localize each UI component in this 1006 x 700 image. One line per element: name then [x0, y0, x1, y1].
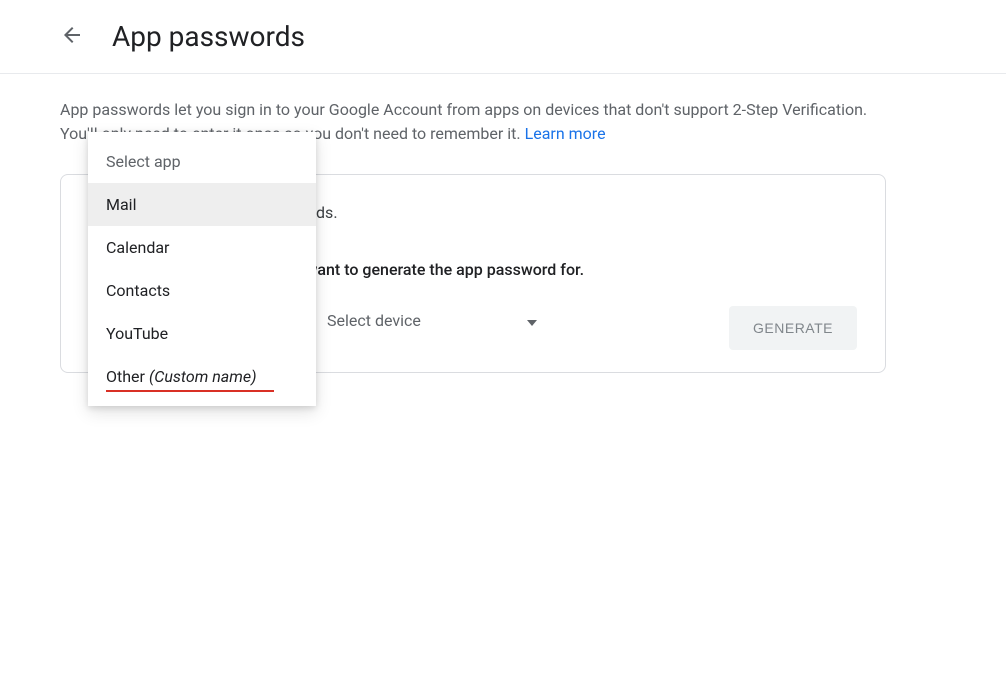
back-arrow-icon[interactable] — [60, 23, 84, 51]
page-header: App passwords — [0, 0, 1006, 74]
select-app-dropdown-menu: Select app Mail Calendar Contacts YouTub… — [88, 132, 316, 406]
page-title: App passwords — [112, 20, 305, 53]
generate-button[interactable]: GENERATE — [729, 306, 857, 350]
dropdown-option-calendar[interactable]: Calendar — [88, 226, 316, 269]
dropdown-option-other-custom: (Custom name) — [149, 367, 257, 386]
dropdown-option-contacts[interactable]: Contacts — [88, 269, 316, 312]
dropdown-option-other-prefix: Other — [106, 367, 149, 386]
dropdown-option-mail[interactable]: Mail — [88, 183, 316, 226]
dropdown-option-youtube[interactable]: YouTube — [88, 312, 316, 355]
annotation-underline — [106, 390, 274, 392]
select-device-label: Select device — [327, 311, 421, 330]
chevron-down-icon — [527, 311, 537, 330]
learn-more-link[interactable]: Learn more — [525, 124, 606, 143]
select-device-dropdown[interactable]: Select device — [327, 305, 537, 336]
dropdown-option-placeholder[interactable]: Select app — [88, 140, 316, 183]
